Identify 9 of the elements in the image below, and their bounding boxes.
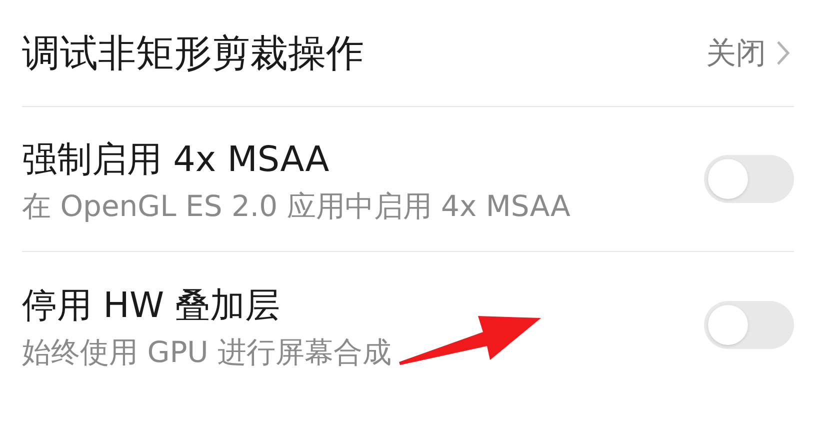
setting-title: 调试非矩形剪裁操作: [22, 30, 364, 76]
setting-value[interactable]: 关闭: [706, 30, 766, 76]
toggle-switch[interactable]: [704, 300, 794, 348]
setting-description: 在 OpenGL ES 2.0 应用中启用 4x MSAA: [22, 189, 570, 223]
toggle-switch[interactable]: [704, 155, 794, 203]
chevron-right-icon: [776, 40, 790, 66]
setting-title: 强制启用 4x MSAA: [22, 139, 330, 181]
setting-title: 停用 HW 叠加层: [22, 284, 282, 326]
setting-description: 始终使用 GPU 进行屏幕合成: [22, 334, 392, 368]
